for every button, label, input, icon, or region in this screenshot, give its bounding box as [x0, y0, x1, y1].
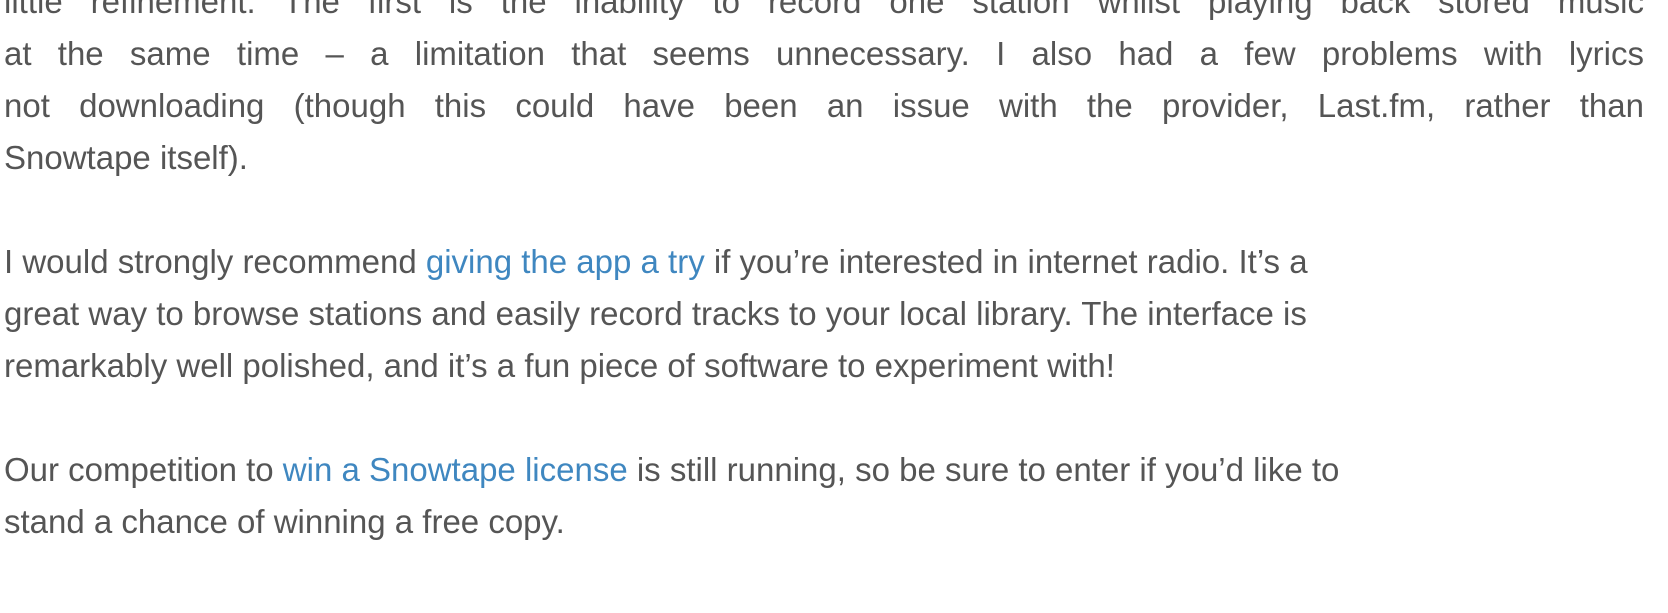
- paragraph-line: Snowtape itself).: [4, 139, 248, 176]
- paragraph-line: not downloading (though this could have …: [4, 87, 1644, 124]
- paragraph-line: stand a chance of winning a free copy.: [4, 503, 565, 540]
- paragraph-limitations: little refinement. The first is the inab…: [4, 0, 1644, 184]
- giving-the-app-a-try-link[interactable]: giving the app a try: [426, 243, 705, 280]
- text-segment: Our competition to: [4, 451, 283, 488]
- win-snowtape-license-link[interactable]: win a Snowtape license: [283, 451, 628, 488]
- paragraph-line: great way to browse stations and easily …: [4, 295, 1307, 332]
- paragraph-line: remarkably well polished, and it’s a fun…: [4, 347, 1115, 384]
- text-segment: if you’re interested in internet radio. …: [704, 243, 1308, 280]
- text-segment: I would strongly recommend: [4, 243, 426, 280]
- paragraph-line: I would strongly recommend giving the ap…: [4, 236, 1644, 288]
- text-segment: is still running, so be sure to enter if…: [627, 451, 1340, 488]
- paragraph-line: little refinement. The first is the inab…: [4, 0, 1644, 20]
- paragraph-recommendation: I would strongly recommend giving the ap…: [4, 236, 1644, 392]
- article-body: little refinement. The first is the inab…: [4, 0, 1644, 600]
- paragraph-competition: Our competition to win a Snowtape licens…: [4, 444, 1644, 548]
- paragraph-line: at the same time – a limitation that see…: [4, 35, 1644, 72]
- paragraph-line: Our competition to win a Snowtape licens…: [4, 444, 1644, 496]
